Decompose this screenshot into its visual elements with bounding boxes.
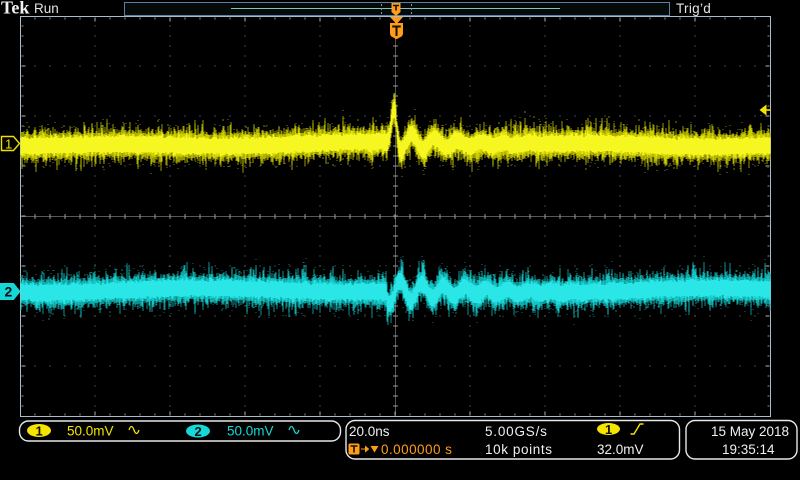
- svg-text:Tek: Tek: [1, 0, 29, 18]
- svg-text:2: 2: [195, 424, 202, 439]
- svg-text:Run: Run: [34, 1, 59, 16]
- svg-text:19:35:14: 19:35:14: [722, 442, 775, 457]
- svg-text:1: 1: [5, 137, 12, 152]
- svg-text:0.000000 s: 0.000000 s: [381, 442, 452, 457]
- svg-text:1: 1: [605, 422, 612, 437]
- svg-text:15 May 2018: 15 May 2018: [711, 424, 789, 439]
- svg-text:5.00GS/s: 5.00GS/s: [485, 424, 548, 439]
- svg-text:50.0mV: 50.0mV: [67, 424, 114, 439]
- svg-text:2: 2: [5, 284, 13, 300]
- svg-text:32.0mV: 32.0mV: [597, 442, 644, 457]
- svg-text:50.0mV: 50.0mV: [227, 424, 274, 439]
- svg-text:1: 1: [36, 424, 43, 439]
- svg-text:20.0ns: 20.0ns: [349, 424, 390, 439]
- svg-text:10k points: 10k points: [485, 442, 553, 457]
- svg-text:Trig’d: Trig’d: [676, 1, 711, 16]
